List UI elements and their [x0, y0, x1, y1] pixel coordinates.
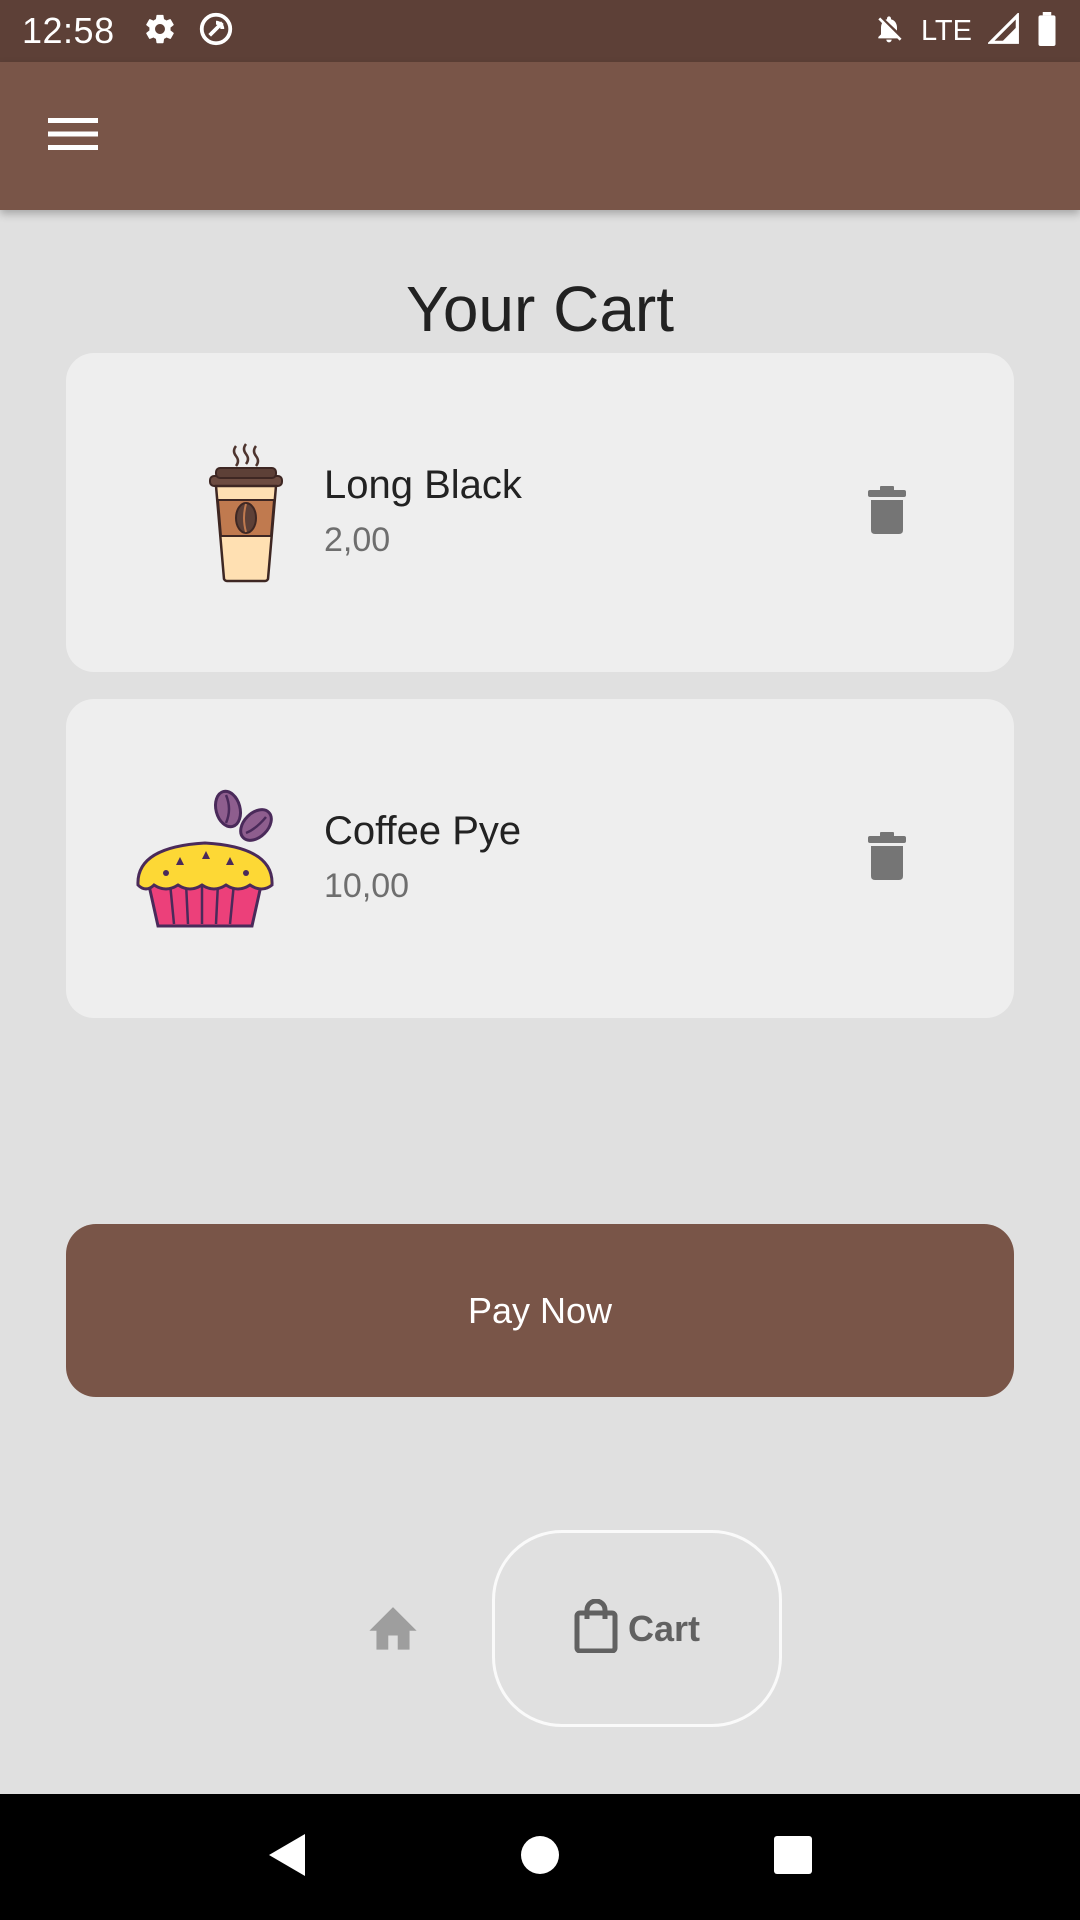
- notifications-off-icon: [873, 12, 905, 51]
- item-name: Coffee Pye: [324, 809, 522, 853]
- nav-cart-tab[interactable]: Cart: [492, 1530, 782, 1727]
- item-price: 10,00: [324, 867, 410, 905]
- circle-home-icon: [520, 1835, 560, 1880]
- cart-item-card: Long Black 2,00: [66, 353, 1014, 672]
- nav-home-button[interactable]: [364, 1600, 424, 1660]
- delete-item-button[interactable]: [860, 485, 914, 539]
- home-system-button[interactable]: [510, 1827, 570, 1887]
- trash-icon: [868, 831, 906, 885]
- system-nav-bar: [0, 1794, 1080, 1920]
- recents-button[interactable]: [763, 1827, 823, 1887]
- signal-icon: [986, 11, 1020, 50]
- coffee-cup-icon: [196, 436, 346, 586]
- trash-icon: [868, 485, 906, 539]
- back-button[interactable]: [257, 1827, 317, 1887]
- delete-item-button[interactable]: [860, 831, 914, 885]
- cart-item-card: Coffee Pye 10,00: [66, 699, 1014, 1018]
- status-time: 12:58: [22, 10, 115, 51]
- data-saver-icon: [197, 10, 235, 53]
- pay-now-button[interactable]: Pay Now: [66, 1224, 1014, 1397]
- nav-cart-label: Cart: [627, 1607, 701, 1649]
- recents-icon: [773, 1835, 813, 1880]
- menu-icon: [48, 116, 98, 157]
- item-name: Long Black: [324, 463, 522, 507]
- shopping-bag-icon: [574, 1598, 618, 1658]
- page-title: Your Cart: [406, 273, 674, 345]
- item-price: 2,00: [324, 521, 391, 559]
- back-icon: [267, 1832, 307, 1883]
- home-icon: [364, 1607, 422, 1656]
- network-type: LTE: [920, 14, 972, 47]
- status-bar: 12:58 LTE: [0, 0, 1080, 62]
- gear-icon: [143, 12, 177, 51]
- menu-button[interactable]: [48, 111, 98, 161]
- coffee-pie-icon: [130, 781, 280, 931]
- battery-icon: [1036, 11, 1058, 51]
- app-bar: [0, 62, 1080, 210]
